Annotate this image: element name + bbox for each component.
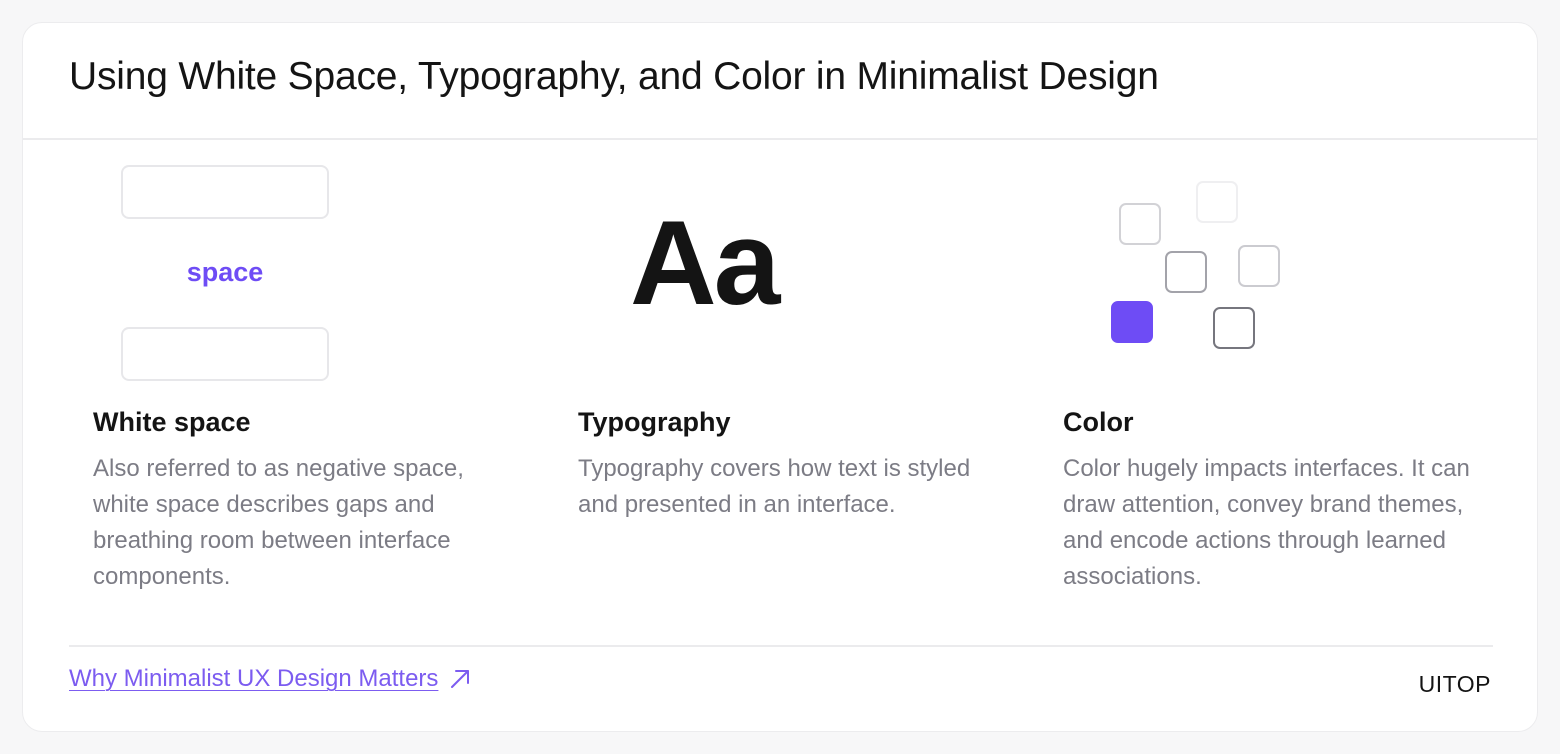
feature-title: White space [93, 407, 251, 437]
brand-logo-text: UITOP [1418, 671, 1491, 697]
feature-columns: space White space Also referred to as ne… [23, 141, 1537, 611]
color-square [1165, 251, 1207, 293]
color-square [1238, 245, 1280, 287]
feature-color: Color Color hugely impacts interfaces. I… [1063, 141, 1483, 611]
footer-divider [69, 645, 1493, 647]
feature-typography: Aa Typography Typography covers how text… [578, 141, 998, 611]
color-square [1213, 307, 1255, 349]
article-card: Using White Space, Typography, and Color… [22, 22, 1538, 732]
white-space-word: space [186, 257, 264, 287]
feature-description: Also referred to as negative space, whit… [93, 455, 464, 590]
feature-description: Typography covers how text is styled and… [578, 455, 971, 518]
color-square [1196, 181, 1238, 223]
feature-title: Typography [578, 407, 731, 437]
color-square-accent [1111, 301, 1153, 343]
feature-description: Color hugely impacts interfaces. It can … [1063, 455, 1470, 590]
white-space-illustration: space [93, 141, 513, 403]
color-illustration [1063, 141, 1483, 403]
typography-glyphs: Aa [630, 196, 780, 330]
typography-illustration: Aa [578, 141, 998, 403]
read-more-link[interactable]: Why Minimalist UX Design Matters [69, 665, 472, 693]
feature-white-space: space White space Also referred to as ne… [93, 141, 513, 611]
color-square [1119, 203, 1161, 245]
white-space-box-top [121, 165, 329, 219]
card-header: Using White Space, Typography, and Color… [23, 23, 1537, 140]
read-more-link-label: Why Minimalist UX Design Matters [69, 665, 439, 692]
white-space-box-bottom [121, 327, 329, 381]
arrow-up-right-icon [448, 667, 472, 691]
card-title: Using White Space, Typography, and Color… [69, 54, 1159, 98]
feature-title: Color [1063, 407, 1134, 437]
